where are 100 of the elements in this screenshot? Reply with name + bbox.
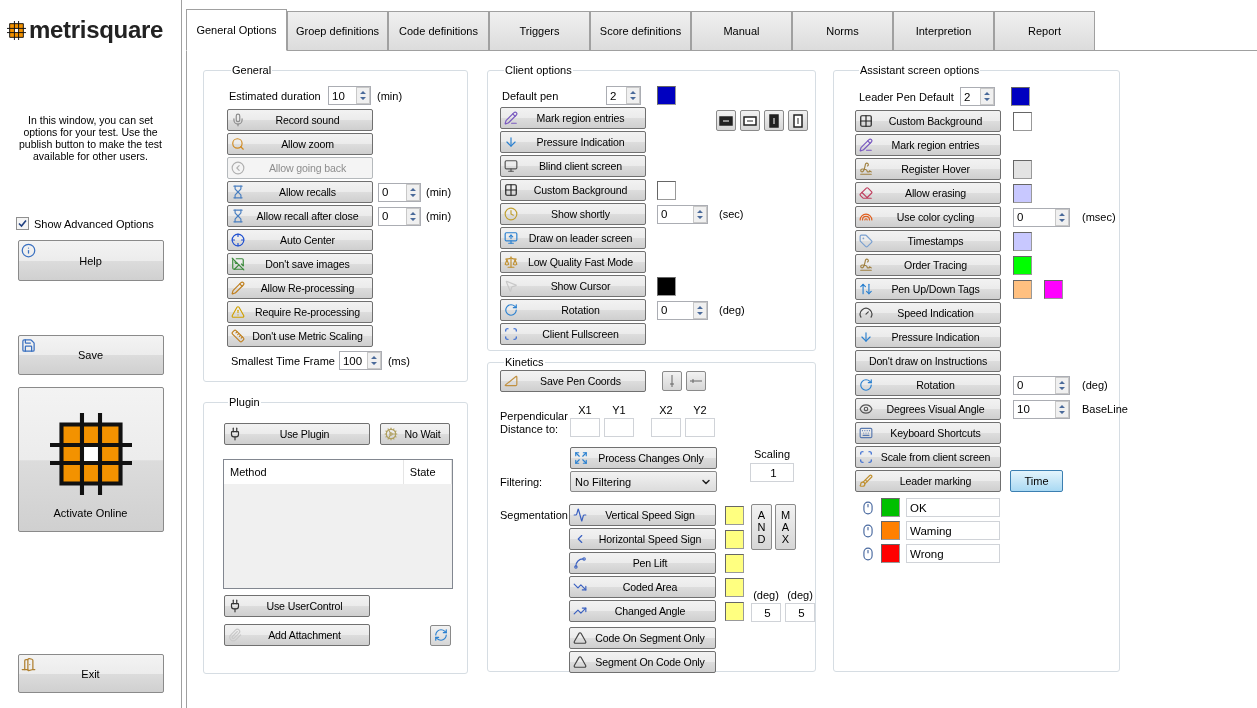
option-button[interactable]: Process Changes Only xyxy=(570,447,717,469)
color-swatch[interactable] xyxy=(725,505,744,525)
option-button[interactable]: Client Fullscreen xyxy=(500,323,646,345)
color-swatch[interactable] xyxy=(657,180,676,200)
landscape-page-button[interactable] xyxy=(716,110,736,131)
activate-online-button[interactable]: Activate Online xyxy=(17,387,164,532)
portrait-page-button[interactable] xyxy=(764,110,784,131)
color-swatch[interactable] xyxy=(657,276,676,296)
option-button[interactable]: Don't use Metric Scaling xyxy=(227,325,373,347)
number-field[interactable]: 2 xyxy=(606,86,641,105)
option-button[interactable]: Scale from client screen xyxy=(855,446,1001,468)
option-button[interactable]: Allow recalls xyxy=(227,181,373,203)
number-field[interactable]: 0 xyxy=(378,182,421,202)
color-swatch[interactable] xyxy=(881,521,900,540)
option-button[interactable]: Register Hover xyxy=(855,158,1001,180)
color-swatch[interactable] xyxy=(1013,183,1032,203)
landscape-page-button[interactable] xyxy=(740,110,760,131)
color-swatch[interactable] xyxy=(657,86,676,105)
option-button[interactable]: Order Tracing xyxy=(855,254,1001,276)
option-button[interactable]: Vertical Speed Sign xyxy=(569,504,716,526)
color-swatch[interactable] xyxy=(881,498,900,517)
scaling-field[interactable]: 1 xyxy=(750,463,794,482)
marker-name-field[interactable]: Waming xyxy=(906,521,1000,540)
option-button[interactable]: Show Cursor xyxy=(500,275,646,297)
number-field[interactable]: 0 xyxy=(657,300,708,320)
tab[interactable]: Manual xyxy=(691,11,792,51)
color-swatch[interactable] xyxy=(1013,279,1032,299)
option-button[interactable]: Auto Center xyxy=(227,229,373,251)
color-swatch[interactable] xyxy=(725,553,744,573)
option-button[interactable]: Use UserControl xyxy=(224,595,370,617)
tab[interactable]: Score definitions xyxy=(590,11,691,51)
option-button[interactable]: Record sound xyxy=(227,109,373,131)
option-button[interactable]: Blind client screen xyxy=(500,155,646,177)
tab[interactable]: Groep definitions xyxy=(287,11,388,51)
option-button[interactable]: Horizontal Speed Sign xyxy=(569,528,716,550)
color-swatch[interactable] xyxy=(1044,279,1063,299)
option-button[interactable]: Degrees Visual Angle xyxy=(855,398,1001,420)
method-list[interactable]: Method State xyxy=(223,459,453,589)
option-button[interactable]: Coded Area xyxy=(569,576,716,598)
option-button[interactable]: Mark region entries xyxy=(500,107,646,129)
angle-field[interactable]: 5 xyxy=(785,603,815,622)
help-button[interactable]: Help xyxy=(17,240,164,281)
marker-name-field[interactable]: Wrong xyxy=(906,544,1000,563)
marker-name-field[interactable]: OK xyxy=(906,498,1000,517)
number-field[interactable]: 100 xyxy=(338,351,382,370)
number-field[interactable]: 0 xyxy=(657,204,708,224)
tab[interactable]: General Options xyxy=(186,9,287,51)
tab[interactable]: Norms xyxy=(792,11,893,51)
option-button[interactable]: Save Pen Coords xyxy=(500,370,646,392)
option-button[interactable]: Pressure Indication xyxy=(855,326,1001,348)
option-button[interactable]: Require Re-processing xyxy=(227,301,373,323)
column-header[interactable]: Method xyxy=(224,460,404,484)
option-button[interactable]: Use color cycling xyxy=(855,206,1001,228)
color-swatch[interactable] xyxy=(881,544,900,563)
option-button[interactable]: Custom Background xyxy=(500,179,646,201)
option-button[interactable]: Allow erasing xyxy=(855,182,1001,204)
option-button[interactable]: Allow Re-processing xyxy=(227,277,373,299)
option-button[interactable]: Mark region entries xyxy=(855,134,1001,156)
option-button[interactable]: Pressure Indication xyxy=(500,131,646,153)
option-button[interactable]: Code On Segment Only xyxy=(569,627,716,649)
color-swatch[interactable] xyxy=(1013,255,1032,275)
vertical-line-button[interactable] xyxy=(662,371,682,391)
logic-toggle-button[interactable]: AND xyxy=(751,504,772,550)
number-field[interactable]: 0 xyxy=(1013,207,1070,227)
option-button[interactable]: Don't save images xyxy=(227,253,373,275)
logic-toggle-button[interactable]: MAX xyxy=(775,504,796,550)
number-field[interactable]: 0 xyxy=(378,206,421,226)
time-toggle-button[interactable]: Time xyxy=(1010,470,1063,492)
option-button[interactable]: Show shortly xyxy=(500,203,646,225)
color-swatch[interactable] xyxy=(725,601,744,621)
option-button[interactable]: Timestamps xyxy=(855,230,1001,252)
horizontal-line-button[interactable] xyxy=(686,371,706,391)
color-swatch[interactable] xyxy=(725,529,744,549)
option-button[interactable]: Keyboard Shortcuts xyxy=(855,422,1001,444)
option-button[interactable]: Pen Lift xyxy=(569,552,716,574)
color-swatch[interactable] xyxy=(1011,87,1030,106)
save-button[interactable]: Save xyxy=(17,335,164,375)
tab[interactable]: Code definitions xyxy=(388,11,489,51)
option-button[interactable]: Allow recall after close xyxy=(227,205,373,227)
filter-dropdown[interactable]: No Filtering xyxy=(570,471,717,492)
coordinate-field[interactable] xyxy=(604,418,634,437)
angle-field[interactable]: 5 xyxy=(751,603,781,622)
exit-button[interactable]: Exit xyxy=(17,654,164,693)
tab[interactable]: Interpretion xyxy=(893,11,994,51)
option-button[interactable]: Leader marking xyxy=(855,470,1001,492)
tab[interactable]: Report xyxy=(994,11,1095,51)
refresh-button[interactable] xyxy=(430,624,451,646)
option-button[interactable]: Low Quality Fast Mode xyxy=(500,251,646,273)
portrait-page-button[interactable] xyxy=(788,110,808,131)
option-button[interactable]: Pen Up/Down Tags xyxy=(855,278,1001,300)
tab[interactable]: Triggers xyxy=(489,11,590,51)
coordinate-field[interactable] xyxy=(685,418,715,437)
number-field[interactable]: 10 xyxy=(1013,399,1070,419)
option-button[interactable]: Use Plugin xyxy=(224,423,370,445)
option-button[interactable]: Changed Angle xyxy=(569,600,716,622)
coordinate-field[interactable] xyxy=(570,418,600,437)
number-field[interactable]: 10 xyxy=(328,86,371,105)
coordinate-field[interactable] xyxy=(651,418,681,437)
option-button[interactable]: Don't draw on Instructions xyxy=(855,350,1001,372)
color-swatch[interactable] xyxy=(1013,111,1032,131)
